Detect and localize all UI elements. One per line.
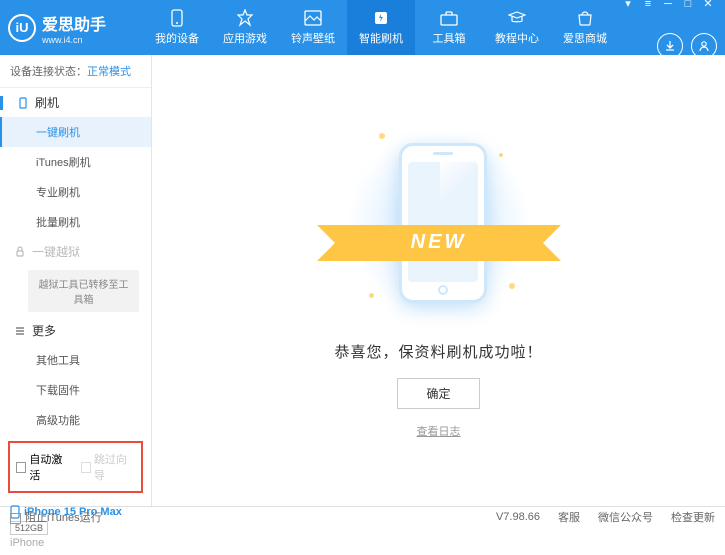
main-content: NEW 恭喜您，保资料刷机成功啦！ 确定 查看日志	[152, 55, 725, 506]
settings-icon[interactable]: ≡	[639, 0, 657, 11]
sidebar-item-other-tools[interactable]: 其他工具	[0, 345, 151, 375]
nav-smart-flash[interactable]: 智能刷机	[347, 0, 415, 55]
jailbreak-moved-notice: 越狱工具已转移至工具箱	[28, 270, 139, 312]
success-illustration: NEW	[349, 123, 529, 323]
device-info: iPhone 15 Pro Max 512GB iPhone	[0, 499, 151, 555]
skip-guide-checkbox[interactable]: 跳过向导	[81, 451, 136, 483]
customer-service-link[interactable]: 客服	[558, 509, 580, 525]
wallpaper-icon	[303, 9, 323, 27]
sidebar: 设备连接状态：正常模式 刷机 一键刷机 iTunes刷机 专业刷机 批量刷机 一…	[0, 55, 152, 506]
sidebar-head-label: 更多	[32, 322, 56, 339]
auto-activate-checkbox[interactable]: 自动激活	[16, 451, 71, 483]
app-name: 爱思助手	[42, 11, 106, 35]
app-url: www.i4.cn	[42, 35, 106, 45]
window-controls: ▾ ≡ ─ □ ✕	[619, 0, 717, 11]
nav-label: 智能刷机	[359, 30, 403, 46]
lock-icon	[14, 246, 26, 258]
sidebar-head-label: 刷机	[35, 94, 59, 111]
version-label: V7.98.66	[496, 511, 540, 523]
sidebar-head-flash[interactable]: 刷机	[0, 88, 151, 117]
nav-label: 我的设备	[155, 30, 199, 46]
sidebar-item-download-firmware[interactable]: 下载固件	[0, 375, 151, 405]
sidebar-item-pro-flash[interactable]: 专业刷机	[0, 177, 151, 207]
list-icon	[14, 325, 26, 337]
nav-label: 爱思商城	[563, 30, 607, 46]
checkbox-label: 跳过向导	[94, 451, 135, 483]
nav-apps-games[interactable]: 应用游戏	[211, 0, 279, 55]
wechat-link[interactable]: 微信公众号	[598, 509, 653, 525]
apps-icon	[235, 9, 255, 27]
sidebar-item-batch-flash[interactable]: 批量刷机	[0, 207, 151, 237]
new-ribbon: NEW	[337, 225, 541, 261]
top-navigation: 我的设备 应用游戏 铃声壁纸 智能刷机 工具箱 教程中心 爱思商城	[143, 0, 619, 55]
nav-my-device[interactable]: 我的设备	[143, 0, 211, 55]
nav-label: 教程中心	[495, 30, 539, 46]
phone-icon	[17, 97, 29, 109]
check-update-link[interactable]: 检查更新	[671, 509, 715, 525]
highlighted-checkbox-area: 自动激活 跳过向导	[8, 441, 143, 493]
nav-store[interactable]: 爱思商城	[551, 0, 619, 55]
success-message: 恭喜您，保资料刷机成功啦！	[334, 341, 542, 362]
sidebar-head-jailbreak: 一键越狱	[0, 237, 151, 266]
nav-label: 铃声壁纸	[291, 30, 335, 46]
view-log-link[interactable]: 查看日志	[417, 423, 461, 439]
status-label: 设备连接状态：	[10, 66, 87, 78]
status-value: 正常模式	[87, 66, 131, 78]
tutorial-icon	[507, 9, 527, 27]
minimize-button[interactable]: ─	[659, 0, 677, 11]
sidebar-item-oneclick-flash[interactable]: 一键刷机	[0, 117, 151, 147]
nav-label: 工具箱	[433, 30, 466, 46]
app-logo: iU 爱思助手 www.i4.cn	[8, 11, 143, 45]
maximize-button[interactable]: □	[679, 0, 697, 11]
close-button[interactable]: ✕	[699, 0, 717, 11]
device-model: iPhone	[10, 537, 141, 549]
toolbox-icon	[439, 9, 459, 27]
store-icon	[575, 9, 595, 27]
titlebar: iU 爱思助手 www.i4.cn 我的设备 应用游戏 铃声壁纸 智能刷机 工具…	[0, 0, 725, 55]
checkbox-label: 阻止iTunes运行	[25, 512, 102, 524]
connection-status: 设备连接状态：正常模式	[0, 55, 151, 88]
device-icon	[167, 9, 187, 27]
nav-ringtone-wallpaper[interactable]: 铃声壁纸	[279, 0, 347, 55]
sidebar-head-label: 一键越狱	[32, 243, 80, 260]
nav-label: 应用游戏	[223, 30, 267, 46]
ok-button[interactable]: 确定	[397, 378, 479, 409]
nav-toolbox[interactable]: 工具箱	[415, 0, 483, 55]
checkbox-label: 自动激活	[29, 451, 70, 483]
sidebar-item-itunes-flash[interactable]: iTunes刷机	[0, 147, 151, 177]
sidebar-head-more[interactable]: 更多	[0, 316, 151, 345]
logo-icon: iU	[8, 14, 36, 42]
nav-tutorials[interactable]: 教程中心	[483, 0, 551, 55]
sidebar-item-advanced[interactable]: 高级功能	[0, 405, 151, 435]
menu-icon[interactable]: ▾	[619, 0, 637, 11]
flash-icon	[371, 9, 391, 27]
block-itunes-checkbox[interactable]: 阻止iTunes运行	[10, 509, 102, 525]
